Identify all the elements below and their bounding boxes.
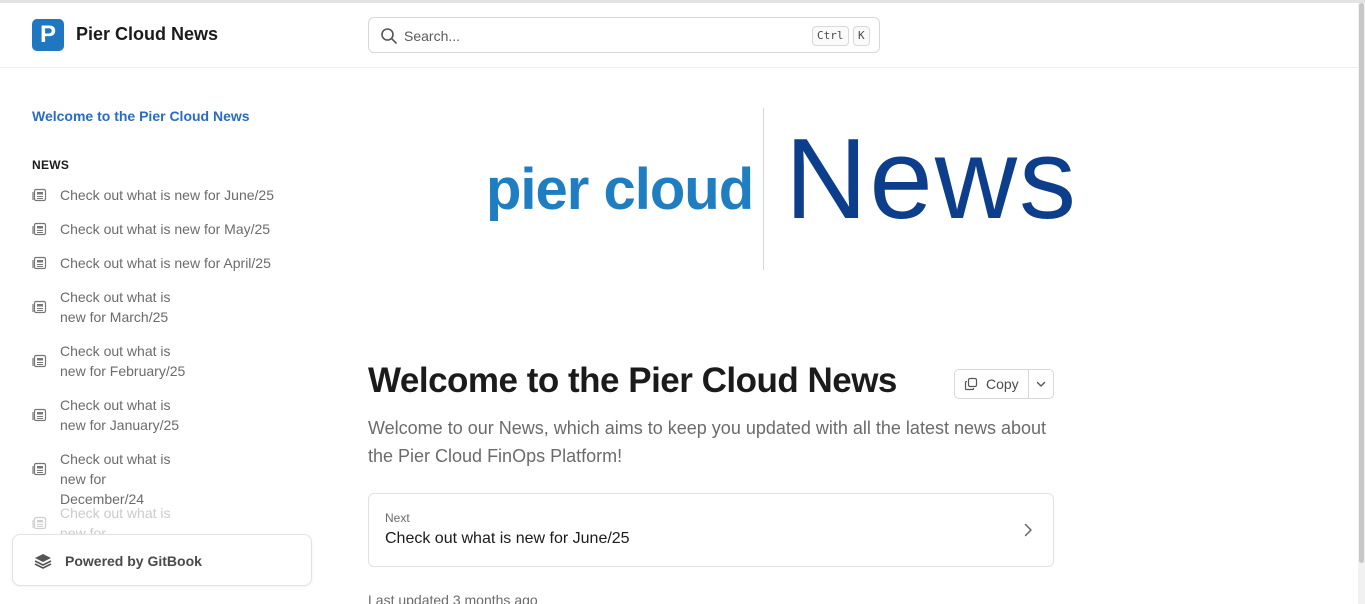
banner-brand-news: News xyxy=(785,116,1079,243)
site-header: P Pier Cloud News Search... Ctrl K xyxy=(0,3,1358,68)
banner-brand-pier-cloud: pier cloud xyxy=(486,157,754,222)
powered-by-label: Powered by GitBook xyxy=(65,553,202,569)
search-placeholder: Search... xyxy=(404,28,461,44)
copy-button-group: Copy xyxy=(954,369,1054,399)
shortcut-k-key: K xyxy=(853,26,870,46)
newspaper-icon xyxy=(32,300,47,314)
search-icon xyxy=(381,28,397,44)
sidebar-item-label: Check out what is new for March/25 xyxy=(60,289,171,325)
newspaper-icon xyxy=(32,462,47,476)
copy-label: Copy xyxy=(986,376,1019,392)
sidebar-item-label: Check out what is new for June/25 xyxy=(60,187,275,203)
newspaper-icon xyxy=(32,222,47,236)
newspaper-icon xyxy=(32,354,47,368)
chevron-right-icon xyxy=(1024,523,1032,537)
sidebar: Welcome to the Pier Cloud News NEWS Chec… xyxy=(0,68,330,604)
newspaper-icon xyxy=(32,188,47,202)
banner-divider xyxy=(763,108,764,270)
shortcut-ctrl-key: Ctrl xyxy=(812,26,849,46)
newspaper-icon xyxy=(32,408,47,422)
site-title[interactable]: Pier Cloud News xyxy=(76,24,218,45)
sidebar-item-label: Check out what is new for January/25 xyxy=(60,397,180,433)
sidebar-item-label: Check out what is new for April/25 xyxy=(60,255,271,271)
powered-by-gitbook-link[interactable]: Powered by GitBook xyxy=(12,534,312,586)
chevron-down-icon xyxy=(1036,381,1046,387)
last-updated-text: Last updated 3 months ago xyxy=(368,592,538,604)
sidebar-item-june-25[interactable]: Check out what is new for June/25 xyxy=(32,185,300,205)
pier-cloud-news-banner: pier cloud News xyxy=(480,100,1110,280)
newspaper-icon xyxy=(32,516,47,530)
page-scrollbar[interactable] xyxy=(1358,3,1365,604)
sidebar-item-may-25[interactable]: Check out what is new for May/25 xyxy=(32,219,300,239)
sidebar-item-february-25[interactable]: Check out what is new for February/25 xyxy=(32,341,190,381)
search-input[interactable]: Search... Ctrl K xyxy=(368,17,880,53)
copy-icon xyxy=(964,377,978,391)
sidebar-item-label: Check out what is new for December/24 xyxy=(60,451,171,507)
next-label: Next xyxy=(385,511,410,525)
sidebar-item-march-25[interactable]: Check out what is new for March/25 xyxy=(32,287,190,327)
sidebar-item-april-25[interactable]: Check out what is new for April/25 xyxy=(32,253,300,273)
sidebar-item-label: Check out what is new for February/25 xyxy=(60,343,186,379)
page-title: Welcome to the Pier Cloud News xyxy=(368,361,897,400)
sidebar-item-december-24[interactable]: Check out what is new for December/24 xyxy=(32,449,190,509)
sidebar-item-january-25[interactable]: Check out what is new for January/25 xyxy=(32,395,190,435)
page-description: Welcome to our News, which aims to keep … xyxy=(368,418,1047,466)
copy-button[interactable]: Copy xyxy=(955,370,1029,398)
copy-options-dropdown[interactable] xyxy=(1029,370,1053,398)
sidebar-section-title: NEWS xyxy=(32,158,70,172)
next-page-title: Check out what is new for June/25 xyxy=(385,530,630,547)
newspaper-icon xyxy=(32,256,47,270)
next-page-link[interactable]: Next Check out what is new for June/25 xyxy=(368,493,1054,567)
scrollbar-thumb[interactable] xyxy=(1359,3,1364,563)
sidebar-item-welcome[interactable]: Welcome to the Pier Cloud News xyxy=(32,108,250,124)
site-logo[interactable]: P xyxy=(32,19,64,51)
site-logo-letter: P xyxy=(39,21,56,48)
gitbook-icon xyxy=(34,554,52,569)
sidebar-item-label: Check out what is new for May/25 xyxy=(60,221,271,237)
